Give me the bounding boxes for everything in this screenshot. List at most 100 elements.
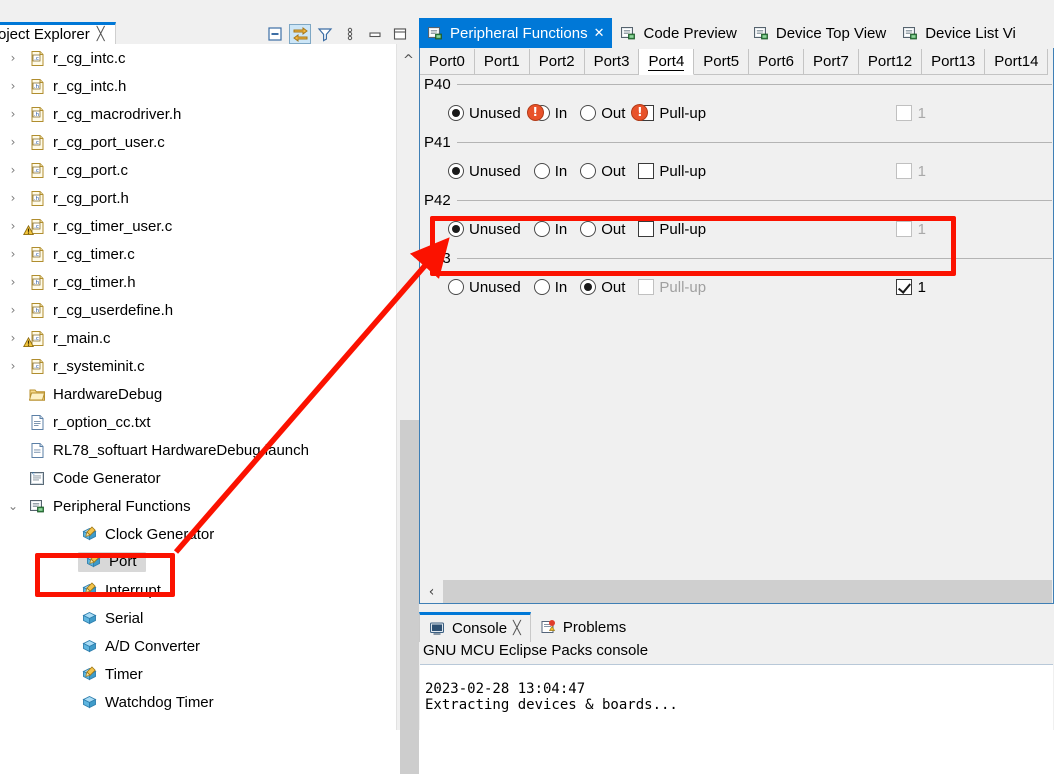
editor-tab-row[interactable]: Peripheral Functions ✕ Code Preview Device … <box>419 18 1054 48</box>
tree-item[interactable]: › Timer <box>0 660 403 688</box>
tree-item[interactable]: › .c r_cg_intc.c <box>0 44 403 72</box>
tree-item[interactable]: › .h r_cg_macrodriver.h <box>0 100 403 128</box>
pin-settings-row[interactable]: Unused! In Out! Pull-up 1 <box>420 93 1052 133</box>
tree-item[interactable]: › Watchdog Timer <box>0 688 403 716</box>
scrollbar-thumb[interactable] <box>400 420 419 774</box>
port-tab-port4[interactable]: Port4 <box>639 49 695 75</box>
port-settings-panel[interactable]: P40 Unused! In Out! Pull-up 1 P41 Unused In Out Pu… <box>420 75 1052 580</box>
port-tab-port6[interactable]: Port6 <box>749 49 805 75</box>
chevron-right-icon[interactable]: › <box>0 163 26 177</box>
in-radio[interactable] <box>533 221 550 237</box>
pullup-option[interactable]: Pull-up <box>638 163 706 180</box>
unused-option[interactable]: Unused <box>448 105 521 122</box>
chevron-right-icon[interactable]: › <box>0 107 26 121</box>
console-tab-problems[interactable]: Problems <box>531 612 635 642</box>
chevron-right-icon[interactable]: › <box>0 191 26 205</box>
output-level-checkbox[interactable] <box>895 221 912 237</box>
pullup-checkbox[interactable] <box>638 279 655 295</box>
project-explorer-scrollbar[interactable]: ^ <box>396 44 420 774</box>
unused-radio[interactable] <box>448 163 464 179</box>
chevron-right-icon[interactable]: › <box>0 275 26 289</box>
view-menu-icon[interactable] <box>339 24 361 44</box>
tree-item[interactable]: › .h r_cg_timer.h <box>0 268 403 296</box>
port-tab-port7[interactable]: Port7 <box>804 49 859 75</box>
tree-item[interactable]: › .c r_cg_timer_user.c <box>0 212 403 240</box>
tree-item[interactable]: › .h r_cg_intc.h <box>0 72 403 100</box>
editor-tab-device-top-view[interactable]: Device Top View <box>745 18 894 48</box>
output-level-checkbox[interactable] <box>895 105 912 121</box>
scroll-up-icon[interactable]: ^ <box>397 50 420 70</box>
console-tab-console[interactable]: Console ╳ <box>419 612 531 642</box>
pin-settings-row[interactable]: Unused In Out Pull-up 1 <box>420 151 1052 191</box>
chevron-right-icon[interactable]: › <box>0 303 26 317</box>
out-radio[interactable] <box>580 105 597 121</box>
out-option[interactable]: Out <box>580 279 625 296</box>
in-option[interactable]: In <box>533 221 567 238</box>
tree-item[interactable]: › HardwareDebug <box>0 380 403 408</box>
tree-item[interactable]: › .h r_cg_userdefine.h <box>0 296 403 324</box>
out-option[interactable]: Out <box>580 105 625 122</box>
tree-item[interactable]: ⌄ Peripheral Functions <box>0 492 403 520</box>
out-option[interactable]: Out <box>580 221 625 238</box>
port-tab-port1[interactable]: Port1 <box>474 49 530 75</box>
in-option[interactable]: In <box>533 163 567 180</box>
out-radio[interactable] <box>580 279 597 295</box>
in-radio[interactable] <box>533 279 550 295</box>
output-level-checkbox[interactable] <box>895 163 912 179</box>
scroll-left-icon[interactable]: ‹ <box>420 580 443 603</box>
output-level-cell[interactable]: 1 <box>895 267 1052 307</box>
unused-option[interactable]: Unused <box>448 279 521 296</box>
link-with-editor-icon[interactable] <box>289 24 311 44</box>
tree-item[interactable]: › RL78_softuart HardwareDebug.launch <box>0 436 403 464</box>
maximize-icon[interactable] <box>389 24 411 44</box>
port-tab-port3[interactable]: Port3 <box>584 49 640 75</box>
tree-item[interactable]: › .c r_main.c <box>0 324 403 352</box>
project-tree[interactable]: › .c r_cg_intc.c › .h r_cg_intc.h › .h r_cg_macr… <box>0 44 403 730</box>
unused-radio[interactable] <box>448 221 464 237</box>
in-radio[interactable] <box>533 163 550 179</box>
tree-item[interactable]: › Interrupt <box>0 576 403 604</box>
close-icon[interactable]: ╳ <box>97 27 105 42</box>
unused-radio[interactable] <box>448 279 464 295</box>
editor-tab-code-preview[interactable]: Code Preview <box>612 18 744 48</box>
port-tab-row[interactable]: Port0 Port1 Port2 Port3 Port4 Port5 Port6 Port7… <box>420 49 1049 75</box>
collapse-all-icon[interactable] <box>264 24 286 44</box>
output-level-cell[interactable]: 1 <box>895 93 1052 133</box>
tree-item-selected[interactable]: › Port <box>0 548 403 576</box>
chevron-right-icon[interactable]: › <box>0 247 26 261</box>
tree-item[interactable]: ›c Code Generator <box>0 464 403 492</box>
port-tab-port5[interactable]: Port5 <box>694 49 750 75</box>
tree-item[interactable]: › Serial <box>0 604 403 632</box>
chevron-down-icon[interactable]: ⌄ <box>0 499 26 513</box>
port-tab-port14[interactable]: Port14 <box>985 49 1049 75</box>
port-tab-port12[interactable]: Port12 <box>858 49 923 75</box>
tree-item[interactable]: › .c r_cg_port.c <box>0 156 403 184</box>
port-tab-port13[interactable]: Port13 <box>922 49 986 75</box>
tree-item[interactable]: › Clock Generator <box>0 520 403 548</box>
tab-project-explorer[interactable]: oject Explorer ╳ <box>0 22 116 44</box>
tree-item[interactable]: › .h r_cg_port.h <box>0 184 403 212</box>
filter-icon[interactable] <box>314 24 336 44</box>
tree-item[interactable]: › .c r_systeminit.c <box>0 352 403 380</box>
out-option[interactable]: Out <box>580 163 625 180</box>
editor-horizontal-scrollbar[interactable]: ‹ <box>420 580 1052 603</box>
tree-item[interactable]: › .c r_cg_port_user.c <box>0 128 403 156</box>
unused-radio[interactable] <box>448 105 464 121</box>
editor-tab-device-list-vi[interactable]: Device List Vi <box>894 18 1024 48</box>
output-level-checkbox[interactable] <box>895 279 912 295</box>
close-icon[interactable]: ╳ <box>513 621 521 636</box>
unused-option[interactable]: Unused <box>448 163 521 180</box>
output-level-cell[interactable]: 1 <box>895 209 1052 249</box>
minimize-icon[interactable] <box>364 24 386 44</box>
close-icon[interactable]: ✕ <box>594 26 605 41</box>
pullup-option[interactable]: Pull-up <box>638 221 706 238</box>
out-radio[interactable] <box>580 221 597 237</box>
unused-option[interactable]: Unused <box>448 221 521 238</box>
tree-item[interactable]: › A/D Converter <box>0 632 403 660</box>
tree-item[interactable]: › .c r_cg_timer.c <box>0 240 403 268</box>
pullup-option[interactable]: Pull-up <box>638 279 706 296</box>
pullup-option[interactable]: ! Pull-up <box>631 103 706 122</box>
chevron-right-icon[interactable]: › <box>0 79 26 93</box>
console-tab-row[interactable]: Console ╳ Problems <box>419 612 1054 642</box>
port-tab-port0[interactable]: Port0 <box>420 49 475 75</box>
